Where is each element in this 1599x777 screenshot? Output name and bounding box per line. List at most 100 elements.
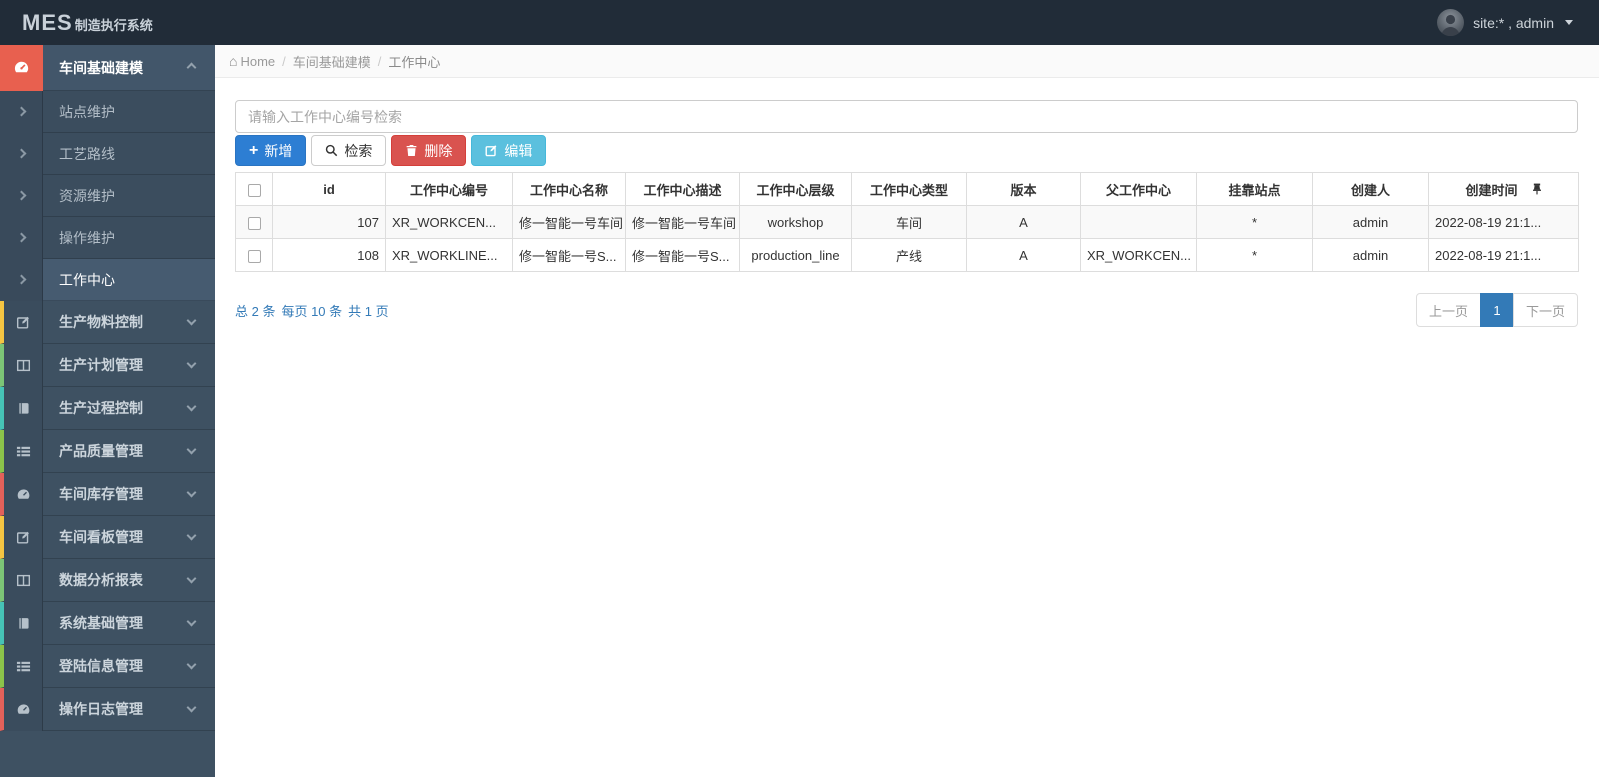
chevron-down-icon (186, 530, 197, 540)
cell-version: A (966, 205, 1081, 239)
column-header-created[interactable]: 创建时间 (1428, 172, 1579, 206)
pin-icon[interactable] (1532, 183, 1542, 195)
pagination-per-page[interactable]: 每页 10 条 (281, 301, 342, 320)
avatar[interactable] (1437, 9, 1465, 36)
chevron-down-icon (186, 444, 197, 454)
cell-station: * (1196, 205, 1313, 239)
chevron-down-icon (186, 358, 197, 368)
list-icon (4, 429, 43, 473)
page-1-button[interactable]: 1 (1479, 293, 1514, 327)
sidebar-group-label: 生产物料控制 (59, 314, 143, 330)
pagination-total[interactable]: 总 2 条 (235, 301, 275, 320)
column-header-created-label: 创建时间 (1465, 182, 1518, 198)
search-input[interactable] (235, 100, 1578, 133)
sidebar-group-workshop-modeling[interactable]: 车间基础建模 (0, 45, 215, 91)
sidebar-group-label: 系统基础管理 (59, 615, 143, 631)
chevron-down-icon (186, 573, 197, 583)
sidebar-group-label: 产品质量管理 (59, 443, 143, 459)
book-icon (4, 601, 43, 645)
row-checkbox[interactable] (247, 249, 261, 263)
dashboard-icon (4, 472, 43, 516)
top-navbar: MES 制造执行系统 site:* , admin (0, 0, 1599, 45)
sidebar-group-quality-management[interactable]: 产品质量管理 (0, 429, 215, 473)
edit-icon (485, 145, 497, 157)
sidebar-group-inventory-management[interactable]: 车间库存管理 (0, 472, 215, 516)
sidebar-group-login-info[interactable]: 登陆信息管理 (0, 644, 215, 688)
pagination-page-count[interactable]: 共 1 页 (348, 301, 388, 320)
work-center-table: id 工作中心编号 工作中心名称 工作中心描述 工作中心层级 工作中心类型 版本… (235, 172, 1579, 272)
chevron-right-icon (0, 174, 43, 217)
sidebar-item-work-center[interactable]: 工作中心 (0, 258, 215, 301)
sidebar-group-label: 生产过程控制 (59, 400, 143, 416)
breadcrumb-home-link[interactable]: Home (240, 54, 275, 69)
cell-version: A (966, 238, 1081, 272)
breadcrumb-separator: / (282, 53, 286, 69)
breadcrumb-item-workshop-modeling[interactable]: 车间基础建模 (293, 52, 371, 71)
table-row[interactable]: 107 XR_WORKCEN... 修一智能一号车间 修一智能一号车间 work… (235, 205, 1579, 239)
delete-button-label: 删除 (424, 142, 453, 159)
logo-suffix-text: 制造执行系统 (74, 17, 153, 33)
cell-level: production_line (739, 238, 852, 272)
edit-icon (4, 515, 43, 559)
column-header-level[interactable]: 工作中心层级 (739, 172, 852, 206)
prev-page-button[interactable]: 上一页 (1415, 293, 1481, 327)
sidebar-item-process-route[interactable]: 工艺路线 (0, 132, 215, 175)
row-checkbox[interactable] (247, 216, 261, 230)
edit-button[interactable]: 编辑 (471, 135, 547, 166)
column-header-type[interactable]: 工作中心类型 (851, 172, 967, 206)
sidebar-group-material-control[interactable]: 生产物料控制 (0, 300, 215, 344)
sidebar-item-label: 资源维护 (59, 187, 115, 204)
column-header-parent[interactable]: 父工作中心 (1080, 172, 1197, 206)
sidebar-group-label: 车间基础建模 (59, 59, 143, 76)
delete-button[interactable]: 删除 (391, 135, 467, 166)
column-header-id[interactable]: id (272, 172, 386, 206)
table-row[interactable]: 108 XR_WORKLINE... 修一智能一号S... 修一智能一号S...… (235, 238, 1579, 272)
chevron-down-icon (186, 702, 197, 712)
sidebar-group-label: 生产计划管理 (59, 357, 143, 373)
sidebar-item-resource-maintenance[interactable]: 资源维护 (0, 174, 215, 217)
select-all-checkbox[interactable] (247, 183, 261, 197)
search-button[interactable]: 检索 (311, 135, 387, 166)
search-button-label: 检索 (344, 142, 373, 159)
select-all-cell (235, 172, 273, 206)
cell-name: 修一智能一号车间 (512, 205, 626, 239)
user-menu[interactable]: site:* , admin (1437, 9, 1599, 36)
chevron-down-icon (186, 616, 197, 626)
cell-station: * (1196, 238, 1313, 272)
chevron-right-icon (0, 132, 43, 175)
sidebar-item-label: 站点维护 (59, 103, 115, 120)
sidebar: 车间基础建模 站点维护 工艺路线 资源维护 操作维护 工作中心 生产物料控制 生… (0, 45, 215, 777)
column-header-code[interactable]: 工作中心编号 (385, 172, 513, 206)
pagination-bar: 总 2 条 每页 10 条 共 1 页 上一页 1 下一页 (235, 293, 1578, 327)
cell-created: 2022-08-19 21:1... (1428, 238, 1579, 272)
breadcrumb-item-work-center: 工作中心 (388, 54, 441, 70)
toolbar: + 新增 检索 删除 编辑 (235, 135, 1578, 166)
sidebar-item-label: 工艺路线 (59, 145, 115, 162)
sidebar-group-operation-log[interactable]: 操作日志管理 (0, 687, 215, 731)
sidebar-group-process-control[interactable]: 生产过程控制 (0, 386, 215, 430)
add-button-label: 新增 (264, 142, 293, 159)
columns-icon (4, 558, 43, 602)
column-header-name[interactable]: 工作中心名称 (512, 172, 626, 206)
pagination-summary: 总 2 条 每页 10 条 共 1 页 (235, 301, 389, 320)
add-button[interactable]: + 新增 (235, 135, 307, 166)
cell-parent: XR_WORKCEN... (1080, 238, 1197, 272)
sidebar-group-data-analysis[interactable]: 数据分析报表 (0, 558, 215, 602)
sidebar-group-system-management[interactable]: 系统基础管理 (0, 601, 215, 645)
column-header-station[interactable]: 挂靠站点 (1196, 172, 1313, 206)
sidebar-group-kanban-management[interactable]: 车间看板管理 (0, 515, 215, 559)
cell-type: 产线 (851, 238, 967, 272)
next-page-button[interactable]: 下一页 (1512, 293, 1578, 327)
book-icon (4, 386, 43, 430)
column-header-version[interactable]: 版本 (966, 172, 1081, 206)
sidebar-group-production-plan[interactable]: 生产计划管理 (0, 343, 215, 387)
sidebar-group-label: 车间看板管理 (59, 529, 143, 545)
sidebar-item-operation-maintenance[interactable]: 操作维护 (0, 216, 215, 259)
content-area: ⌂ Home / 车间基础建模 / 工作中心 + 新增 (215, 45, 1599, 777)
sidebar-group-label: 车间库存管理 (59, 486, 143, 502)
sidebar-group-label: 登陆信息管理 (59, 658, 143, 674)
column-header-desc[interactable]: 工作中心描述 (625, 172, 740, 206)
sidebar-item-station-maintenance[interactable]: 站点维护 (0, 90, 215, 133)
column-header-creator[interactable]: 创建人 (1312, 172, 1429, 206)
cell-created: 2022-08-19 21:1... (1428, 205, 1579, 239)
